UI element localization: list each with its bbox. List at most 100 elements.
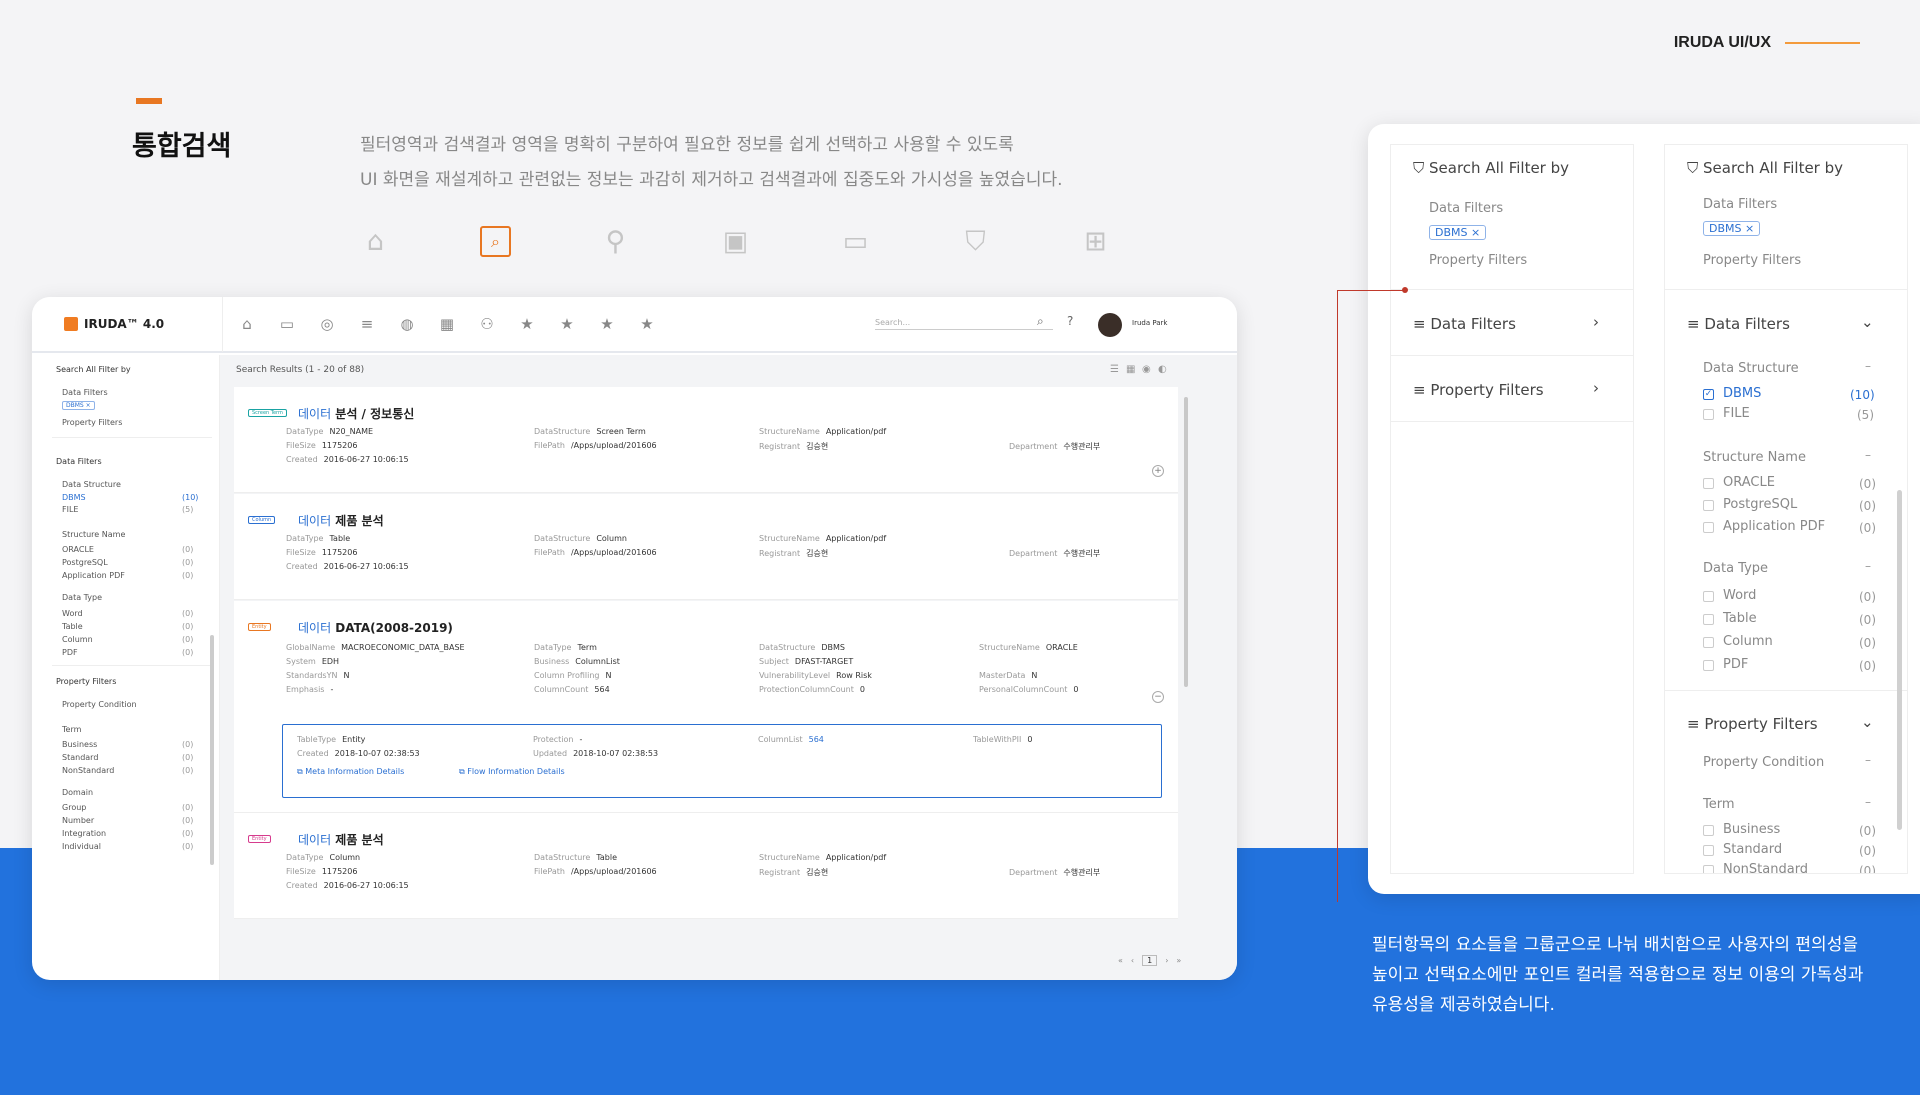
pdf-checkbox[interactable] — [1703, 660, 1714, 671]
number-option[interactable]: Number — [62, 816, 94, 825]
nonstandard-option[interactable]: NonStandard — [62, 766, 114, 775]
meta-info-link[interactable]: ⧉ Meta Information Details — [297, 767, 404, 777]
avatar[interactable] — [1098, 313, 1122, 337]
result-card[interactable]: Column 데이터 제품 분석 DataType Table FileSize 1… — [234, 494, 1178, 600]
chevron-right-icon[interactable]: › — [1593, 379, 1599, 397]
word-checkbox[interactable] — [1703, 591, 1714, 602]
oracle-option[interactable]: ORACLE — [62, 545, 94, 554]
sidebar-scrollbar[interactable] — [210, 635, 214, 865]
nav-star-icon[interactable]: ★ — [547, 315, 587, 333]
collapse-dash[interactable]: – — [1865, 559, 1871, 573]
nav-table-icon[interactable]: ▦ — [427, 315, 467, 333]
standard-checkbox[interactable] — [1703, 845, 1714, 856]
nav-book-icon[interactable]: ▭ — [267, 315, 307, 333]
data-filters-section[interactable]: Data Filters — [56, 457, 102, 466]
search-all-filter[interactable]: ⛉ Search All Filter by — [1687, 159, 1843, 177]
chevron-right-icon[interactable]: › — [1593, 313, 1599, 331]
help-icon[interactable]: ? — [1067, 314, 1073, 328]
first-page-icon[interactable]: « — [1118, 956, 1123, 965]
apppdf-option[interactable]: Application PDF — [62, 571, 125, 580]
word-option[interactable]: Word — [1723, 588, 1756, 603]
nonstandard-checkbox[interactable] — [1703, 865, 1714, 873]
postgres-option[interactable]: PostgreSQL — [62, 558, 108, 567]
flow-info-link[interactable]: ⧉ Flow Information Details — [459, 767, 565, 777]
property-filters-section[interactable]: Property Filters — [56, 677, 116, 686]
dbms-option[interactable]: DBMS — [1723, 386, 1761, 401]
app-logo[interactable]: IRUDA™ 4.0 — [32, 317, 222, 331]
individual-option[interactable]: Individual — [62, 842, 101, 851]
nav-list-icon[interactable]: ≡ — [347, 315, 387, 333]
map-view-icon[interactable]: ◉ — [1142, 364, 1151, 375]
results-scrollbar[interactable] — [1182, 387, 1190, 927]
nav-star-icon[interactable]: ★ — [627, 315, 667, 333]
file-checkbox[interactable] — [1703, 409, 1714, 420]
nav-star-icon[interactable]: ★ — [507, 315, 547, 333]
result-title[interactable]: 데이터 제품 분석 — [298, 831, 384, 848]
table-checkbox[interactable] — [1703, 614, 1714, 625]
business-option[interactable]: Business — [62, 740, 97, 749]
postgres-option[interactable]: PostgreSQL — [1723, 497, 1797, 512]
oracle-checkbox[interactable] — [1703, 478, 1714, 489]
word-option[interactable]: Word — [62, 609, 83, 618]
collapse-icon[interactable]: − — [1152, 691, 1164, 703]
integration-option[interactable]: Integration — [62, 829, 106, 838]
chevron-down-icon[interactable]: ⌄ — [1861, 713, 1874, 731]
file-option[interactable]: FILE — [62, 505, 78, 514]
search-icon[interactable]: ⌕ — [1037, 314, 1044, 329]
collapse-dash[interactable]: – — [1865, 795, 1871, 809]
file-option[interactable]: FILE — [1723, 406, 1750, 421]
postgres-checkbox[interactable] — [1703, 500, 1714, 511]
last-page-icon[interactable]: » — [1176, 956, 1181, 965]
data-filters-toggle[interactable]: ≡ Data Filters — [1687, 315, 1790, 333]
nav-home-icon[interactable]: ⌂ — [227, 315, 267, 333]
next-page-icon[interactable]: › — [1165, 956, 1168, 965]
nav-search-icon[interactable]: ◎ — [307, 315, 347, 333]
group-option[interactable]: Group — [62, 803, 86, 812]
panel-scrollbar[interactable] — [1897, 490, 1902, 830]
meta-value[interactable]: 564 — [809, 735, 824, 744]
dbms-chip[interactable]: DBMS × — [1703, 221, 1761, 236]
search-all-filter[interactable]: ⛉ Search All Filter by — [1413, 159, 1569, 177]
chevron-down-icon[interactable]: ⌄ — [1861, 313, 1874, 331]
pdf-option[interactable]: PDF — [1723, 657, 1748, 672]
business-checkbox[interactable] — [1703, 825, 1714, 836]
apppdf-option[interactable]: Application PDF — [1723, 519, 1825, 534]
column-checkbox[interactable] — [1703, 637, 1714, 648]
pdf-option[interactable]: PDF — [62, 648, 78, 657]
nav-users-icon[interactable]: ⚇ — [467, 315, 507, 333]
property-filters-toggle[interactable]: ≡ Property Filters — [1687, 715, 1818, 733]
dbms-checkbox[interactable]: ✓ — [1703, 389, 1714, 400]
scroll-thumb[interactable] — [1184, 397, 1188, 687]
table-option[interactable]: Table — [1723, 611, 1757, 626]
result-card[interactable]: Entity 데이터 제품 분석 DataType Column FileSize… — [234, 813, 1178, 919]
nonstandard-option[interactable]: NonStandard — [1723, 862, 1808, 873]
table-option[interactable]: Table — [62, 622, 83, 631]
list-view-icon[interactable]: ☰ — [1110, 364, 1119, 375]
column-option[interactable]: Column — [1723, 634, 1773, 649]
page-number[interactable]: 1 — [1142, 955, 1158, 966]
result-title[interactable]: 데이터 분석 / 정보통신 — [298, 405, 414, 422]
nav-globe-icon[interactable]: ◍ — [387, 315, 427, 333]
result-title[interactable]: 데이터 제품 분석 — [298, 512, 384, 529]
grid-view-icon[interactable]: ▦ — [1126, 364, 1135, 375]
oracle-option[interactable]: ORACLE — [1723, 475, 1775, 490]
apppdf-checkbox[interactable] — [1703, 522, 1714, 533]
standard-option[interactable]: Standard — [62, 753, 98, 762]
top-search-input[interactable]: Search... — [875, 318, 1053, 330]
prev-page-icon[interactable]: ‹ — [1131, 956, 1134, 965]
standard-option[interactable]: Standard — [1723, 842, 1782, 857]
expand-icon[interactable]: + — [1152, 465, 1164, 477]
dbms-option[interactable]: DBMS — [62, 493, 86, 502]
dbms-chip[interactable]: DBMS × — [1429, 225, 1487, 240]
business-option[interactable]: Business — [1723, 822, 1780, 837]
timeline-view-icon[interactable]: ◐ — [1158, 364, 1167, 375]
user-name[interactable]: Iruda Park — [1132, 319, 1167, 327]
dbms-chip[interactable]: DBMS × — [62, 401, 95, 410]
nav-star-icon[interactable]: ★ — [587, 315, 627, 333]
result-title[interactable]: 데이터 DATA(2008-2019) — [298, 619, 453, 636]
search-all-filter[interactable]: Search All Filter by — [56, 365, 131, 374]
collapse-dash[interactable]: – — [1865, 359, 1871, 373]
property-filters-toggle[interactable]: ≡ Property Filters — [1413, 381, 1544, 399]
collapse-dash[interactable]: – — [1865, 448, 1871, 462]
collapse-dash[interactable]: – — [1865, 753, 1871, 767]
